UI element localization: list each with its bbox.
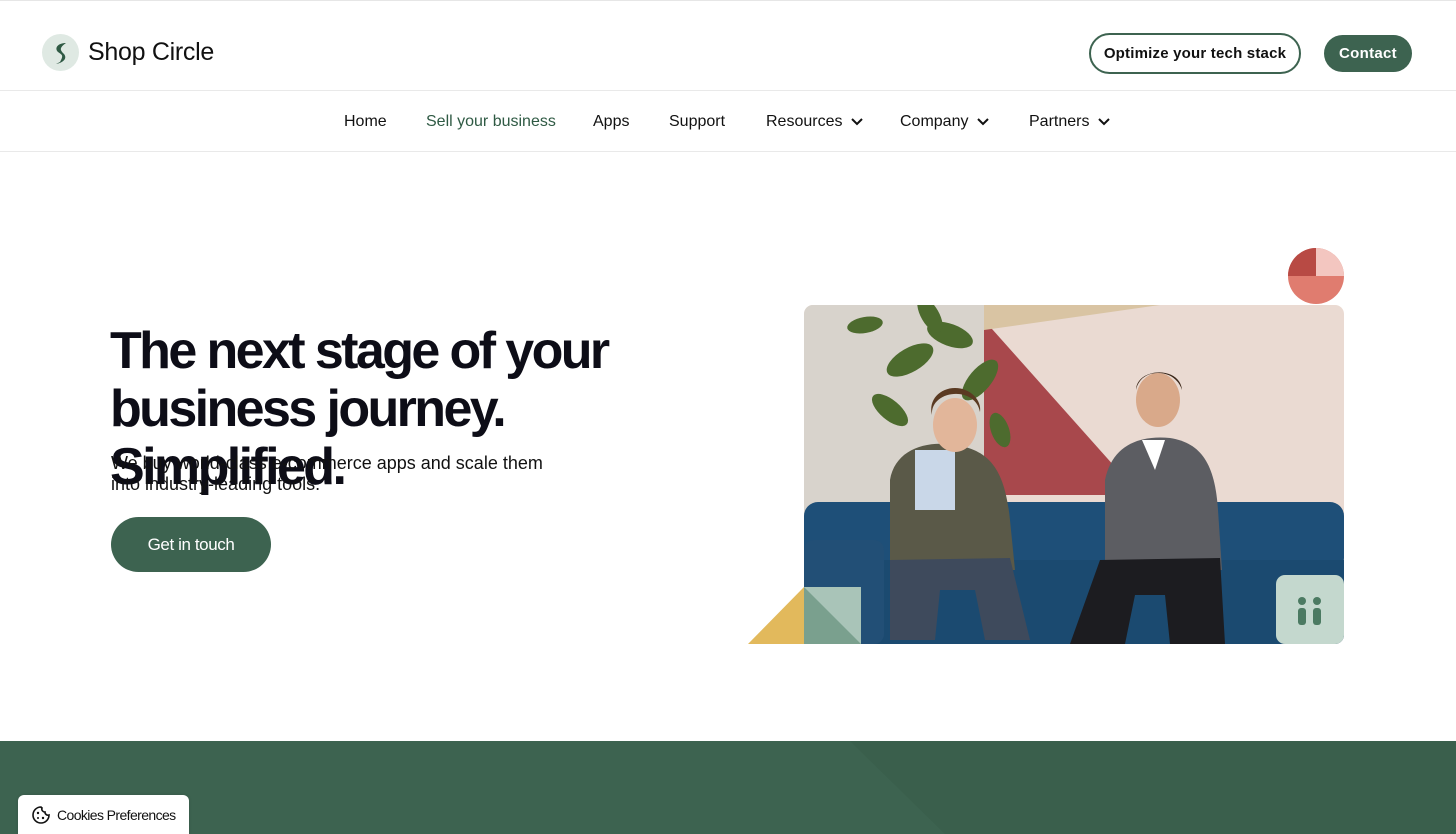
nav-item-label: Partners <box>1029 113 1090 130</box>
nav-item-partners[interactable]: Partners <box>1029 111 1111 133</box>
nav-item-label: Support <box>669 113 726 130</box>
triangle-decoration <box>748 587 804 644</box>
cookies-label: Cookies Preferences <box>57 806 176 823</box>
nav-item-apps[interactable]: Apps <box>593 111 629 133</box>
nav-item-label: Sell your business <box>426 113 556 130</box>
top-bar: Shop Circle Optimize your tech stack Con… <box>0 0 1456 91</box>
chevron-down-icon <box>1098 118 1111 126</box>
nav-item-home[interactable]: Home <box>344 111 387 133</box>
brand-name: Shop Circle <box>88 38 214 66</box>
logo-icon <box>42 34 79 71</box>
nav-item-label: Apps <box>593 113 630 130</box>
hero-subtitle-line: We buy world-class e-commerce apps and s… <box>111 453 543 473</box>
band-decoration <box>850 741 1456 834</box>
main-nav: Home Sell your business Apps Support Res… <box>0 91 1456 152</box>
nav-item-sell-your-business[interactable]: Sell your business <box>426 111 556 133</box>
hero-subtitle-line: into industry-leading tools. <box>111 474 321 494</box>
hero-title-line: The next stage of your <box>110 322 610 380</box>
nav-item-label: Company <box>900 113 969 130</box>
nav-item-support[interactable]: Support <box>669 111 725 133</box>
cookies-preferences-button[interactable]: Cookies Preferences <box>18 795 189 834</box>
optimize-tech-stack-button[interactable]: Optimize your tech stack <box>1089 33 1301 74</box>
hero-photo <box>748 248 1344 644</box>
pie-decoration <box>1288 248 1344 304</box>
chevron-down-icon <box>851 118 864 126</box>
contact-button[interactable]: Contact <box>1324 35 1412 72</box>
nav-item-label: Resources <box>766 113 843 130</box>
cookie-icon <box>32 805 50 824</box>
nav-item-company[interactable]: Company <box>900 111 990 133</box>
logo-badge-icon <box>1276 575 1344 644</box>
brand-logo[interactable]: Shop Circle <box>42 34 214 71</box>
nav-item-label: Home <box>344 113 387 130</box>
hero-subtitle: We buy world-class e-commerce apps and s… <box>111 453 571 495</box>
green-section <box>0 741 1456 834</box>
nav-item-resources[interactable]: Resources <box>766 111 864 133</box>
get-in-touch-button[interactable]: Get in touch <box>111 517 271 572</box>
chevron-down-icon <box>977 118 990 126</box>
